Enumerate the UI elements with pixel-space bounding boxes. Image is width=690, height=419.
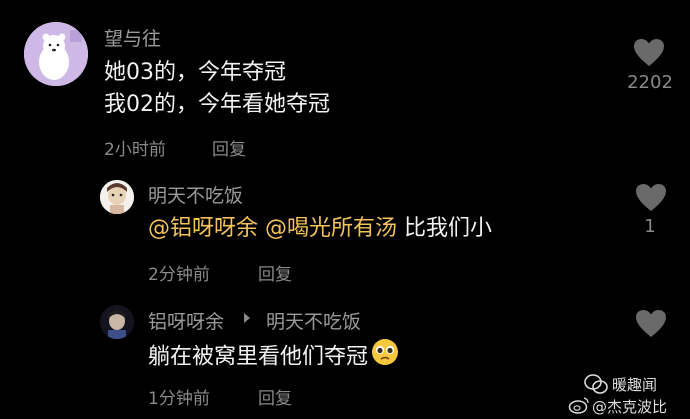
watermark-handle: @杰克波比 — [592, 398, 668, 416]
avatar[interactable] — [24, 22, 88, 86]
watermark-title: 暖趣闻 — [612, 376, 658, 394]
like-count: 1 — [644, 216, 656, 237]
mention-link[interactable]: @喝光所有汤 — [265, 216, 397, 241]
comment-text: 她03的，今年夺冠 — [104, 60, 286, 85]
comment-text: 我02的，今年看她夺冠 — [104, 92, 330, 117]
comment-text: 躺在被窝里看他们夺冠 — [148, 337, 400, 378]
dark-avatar-icon — [100, 305, 134, 339]
reply-arrow-icon — [244, 313, 250, 323]
like-heart-icon[interactable] — [635, 183, 667, 212]
reply-button[interactable]: 回复 — [258, 384, 292, 409]
comment-username[interactable]: 明天不吃饭 — [148, 181, 243, 208]
like-heart-icon[interactable] — [635, 309, 667, 338]
comment-username[interactable]: 望与往 — [104, 24, 161, 51]
comment-text-rest: 比我们小 — [397, 216, 493, 241]
comment-text-body: 躺在被窝里看他们夺冠 — [148, 344, 369, 370]
reply-button[interactable]: 回复 — [258, 260, 292, 285]
reply-button[interactable]: 回复 — [212, 135, 246, 160]
like-heart-icon[interactable] — [633, 38, 665, 67]
comment-username[interactable]: 铝呀呀余 — [148, 307, 224, 334]
mention-link[interactable]: @铝呀呀余 — [148, 216, 258, 241]
pleading-face-emoji-icon — [370, 337, 400, 378]
avatar[interactable] — [100, 180, 134, 214]
weibo-logo-icon — [568, 396, 590, 414]
comment-text: @铝呀呀余 @喝光所有汤 比我们小 — [148, 212, 492, 246]
comment-time: 2分钟前 — [148, 265, 210, 285]
wechat-logo-icon — [584, 373, 608, 395]
avatar[interactable] — [100, 305, 134, 339]
like-count: 2202 — [627, 72, 673, 93]
comment-time: 1分钟前 — [148, 389, 210, 409]
white-bear-icon — [24, 22, 88, 86]
reply-to-username[interactable]: 明天不吃饭 — [266, 307, 361, 334]
cartoon-avatar-icon — [100, 180, 134, 214]
comment-time: 2小时前 — [104, 140, 166, 160]
